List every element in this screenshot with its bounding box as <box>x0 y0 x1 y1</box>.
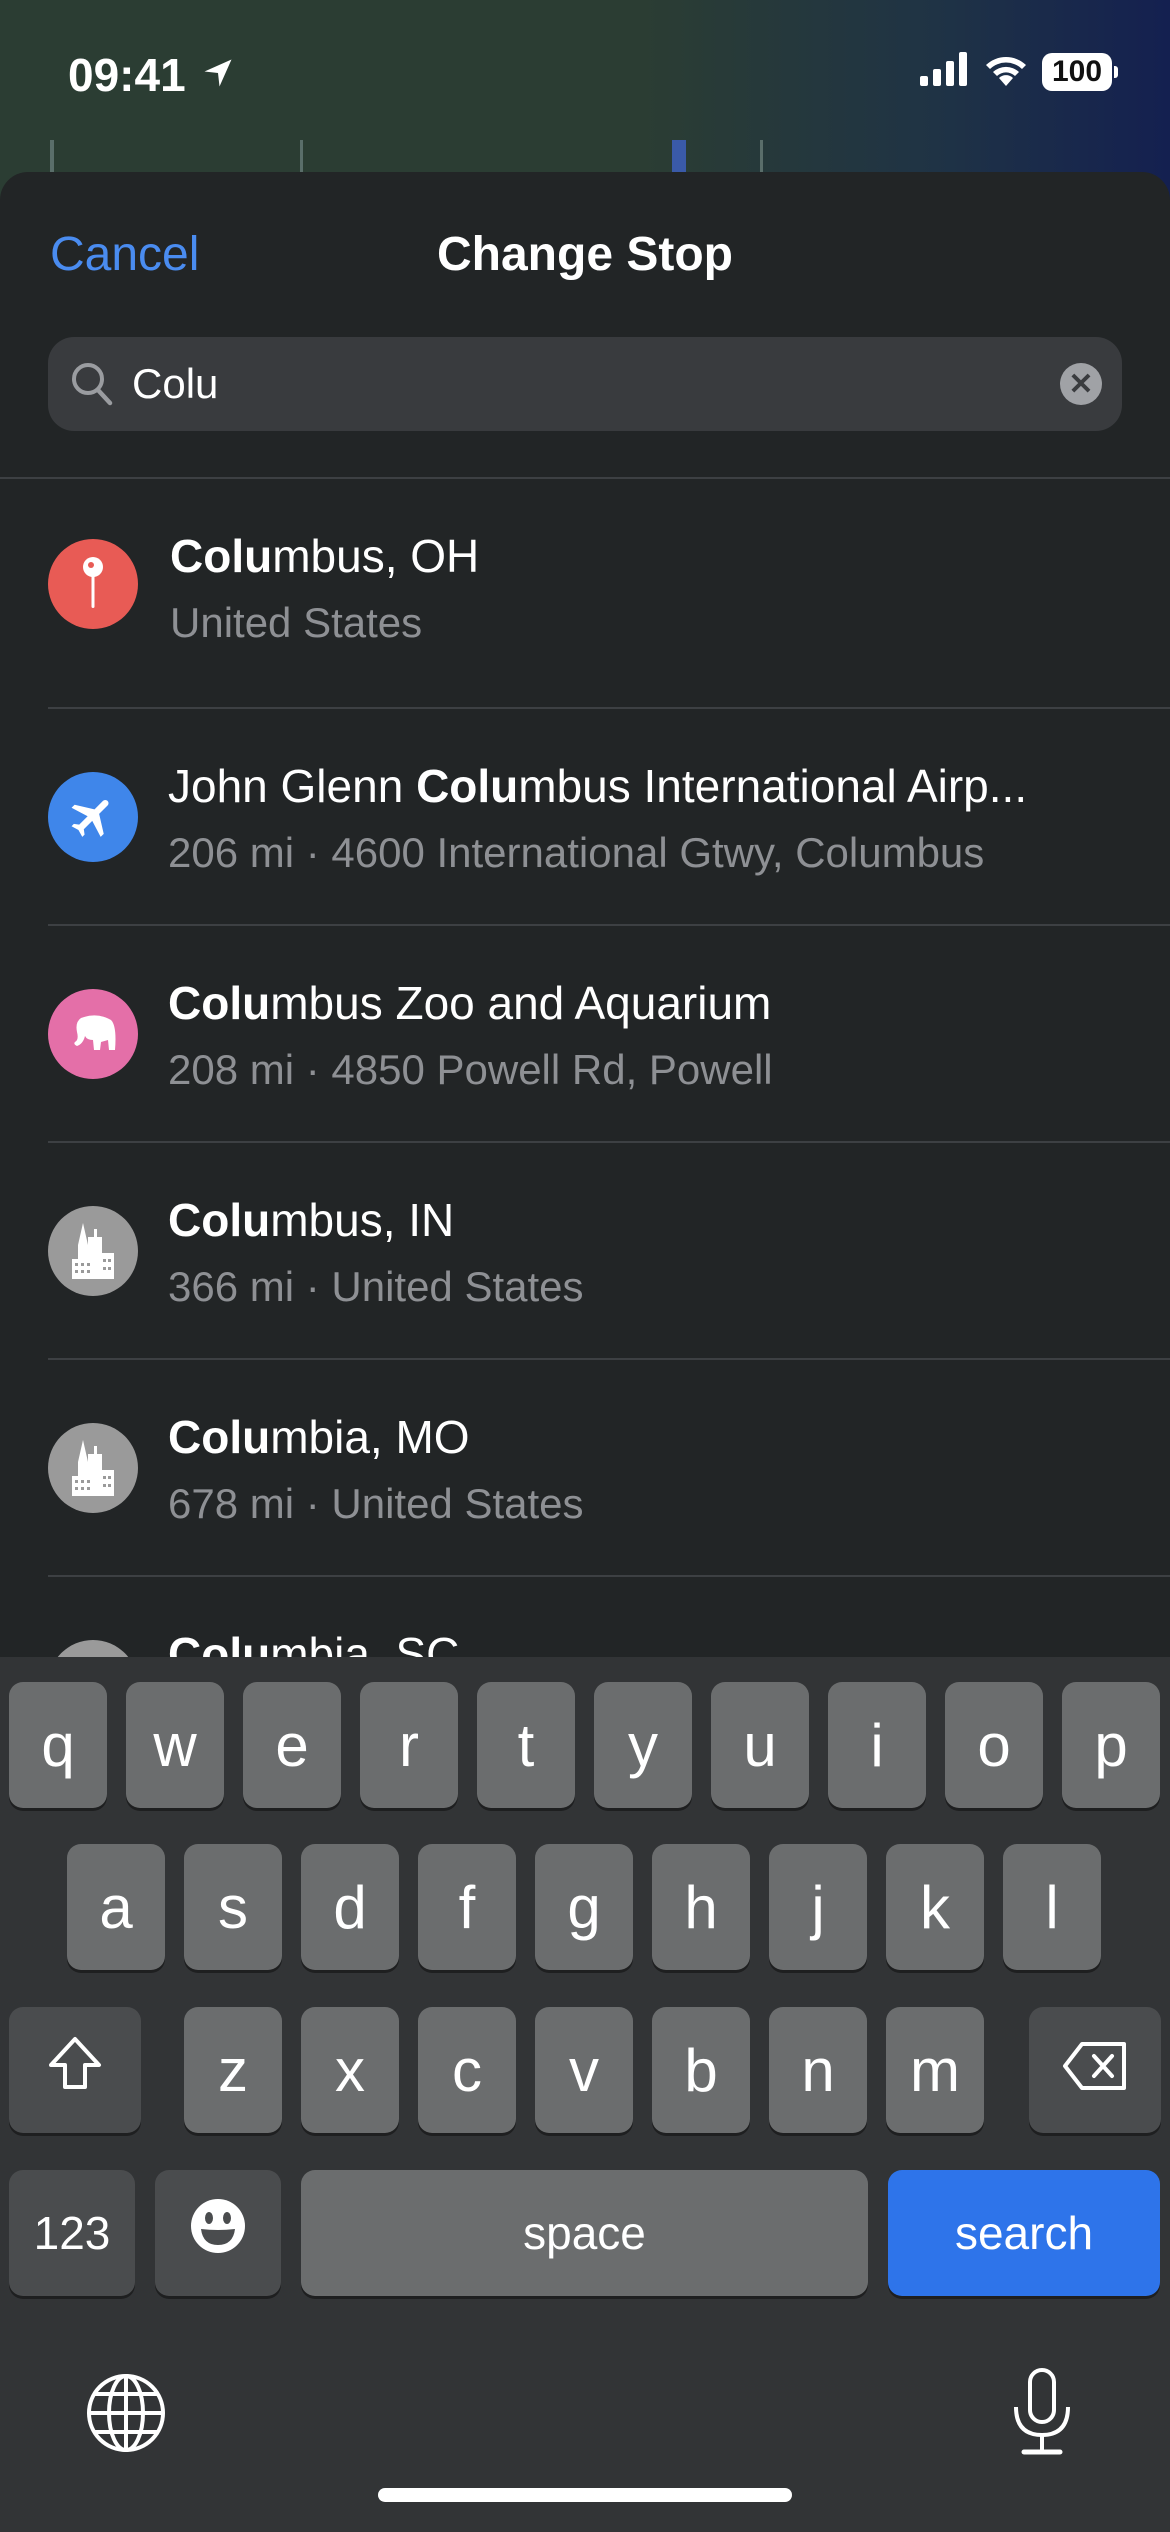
space-key[interactable]: space <box>301 2170 868 2296</box>
battery-indicator: 100 <box>1042 52 1118 91</box>
result-title: Columbus, OH <box>170 530 480 582</box>
cellular-signal-icon <box>920 52 970 91</box>
clear-search-button[interactable]: ✕ <box>1060 363 1102 405</box>
key-d[interactable]: d <box>301 1844 399 1970</box>
status-bar: 09:41 100 <box>0 0 1170 150</box>
key-y[interactable]: y <box>594 1682 692 1808</box>
key-k[interactable]: k <box>886 1844 984 1970</box>
result-subtitle: United States <box>170 599 423 646</box>
key-n[interactable]: n <box>769 2007 867 2133</box>
keyboard: q w e r t y u i o p a s d f g h j k l z … <box>0 1657 1170 2532</box>
result-title: Columbus, IN <box>168 1194 455 1246</box>
result-subtitle: 366 mi · United States <box>168 1263 584 1310</box>
location-arrow-icon <box>200 55 236 96</box>
airplane-icon <box>48 772 138 862</box>
key-z[interactable]: z <box>184 2007 282 2133</box>
key-b[interactable]: b <box>652 2007 750 2133</box>
search-input[interactable] <box>132 337 1032 431</box>
cancel-button[interactable]: Cancel <box>50 227 199 282</box>
key-x[interactable]: x <box>301 2007 399 2133</box>
key-i[interactable]: i <box>828 1682 926 1808</box>
result-item[interactable]: Columbus, OH United States <box>0 479 1170 709</box>
result-title: John Glenn Columbus International Airp..… <box>168 760 1028 812</box>
key-l[interactable]: l <box>1003 1844 1101 1970</box>
numbers-key[interactable]: 123 <box>9 2170 135 2296</box>
backspace-icon <box>1062 2036 1128 2105</box>
pin-icon <box>48 539 138 629</box>
key-w[interactable]: w <box>126 1682 224 1808</box>
key-v[interactable]: v <box>535 2007 633 2133</box>
result-item[interactable]: Columbus Zoo and Aquarium 208 mi · 4850 … <box>0 926 1170 1143</box>
result-subtitle: 678 mi · United States <box>168 1480 584 1527</box>
result-item[interactable]: Columbus, IN 366 mi · United States <box>0 1143 1170 1360</box>
result-subtitle: 206 mi · 4600 International Gtwy, Columb… <box>168 829 985 876</box>
key-c[interactable]: c <box>418 2007 516 2133</box>
key-q[interactable]: q <box>9 1682 107 1808</box>
search-results-list: Columbus, OH United States John Glenn Co… <box>0 479 1170 1794</box>
key-t[interactable]: t <box>477 1682 575 1808</box>
key-g[interactable]: g <box>535 1844 633 1970</box>
close-icon: ✕ <box>1068 367 1094 401</box>
key-m[interactable]: m <box>886 2007 984 2133</box>
home-indicator <box>378 2488 792 2502</box>
globe-icon[interactable] <box>85 2372 167 2459</box>
key-p[interactable]: p <box>1062 1682 1160 1808</box>
result-item[interactable]: Columbia, MO 678 mi · United States <box>0 1360 1170 1577</box>
result-subtitle: 208 mi · 4850 Powell Rd, Powell <box>168 1046 773 1093</box>
emoji-key[interactable] <box>155 2170 281 2296</box>
key-h[interactable]: h <box>652 1844 750 1970</box>
key-a[interactable]: a <box>67 1844 165 1970</box>
shift-key[interactable] <box>9 2007 141 2133</box>
microphone-icon[interactable] <box>1010 2367 1074 2462</box>
delete-key[interactable] <box>1029 2007 1161 2133</box>
key-e[interactable]: e <box>243 1682 341 1808</box>
key-r[interactable]: r <box>360 1682 458 1808</box>
key-s[interactable]: s <box>184 1844 282 1970</box>
result-title: Columbia, MO <box>168 1411 470 1463</box>
city-icon <box>48 1206 138 1296</box>
shift-icon <box>45 2035 105 2105</box>
key-j[interactable]: j <box>769 1844 867 1970</box>
elephant-icon <box>48 989 138 1079</box>
search-field[interactable]: ✕ <box>48 337 1122 431</box>
result-item[interactable]: John Glenn Columbus International Airp..… <box>0 709 1170 926</box>
key-o[interactable]: o <box>945 1682 1043 1808</box>
wifi-icon <box>984 52 1028 91</box>
search-icon <box>70 361 114 412</box>
emoji-icon <box>189 2197 247 2269</box>
key-u[interactable]: u <box>711 1682 809 1808</box>
city-icon <box>48 1423 138 1513</box>
status-time: 09:41 <box>68 49 186 101</box>
key-f[interactable]: f <box>418 1844 516 1970</box>
search-key[interactable]: search <box>888 2170 1160 2296</box>
result-title: Columbus Zoo and Aquarium <box>168 977 772 1029</box>
